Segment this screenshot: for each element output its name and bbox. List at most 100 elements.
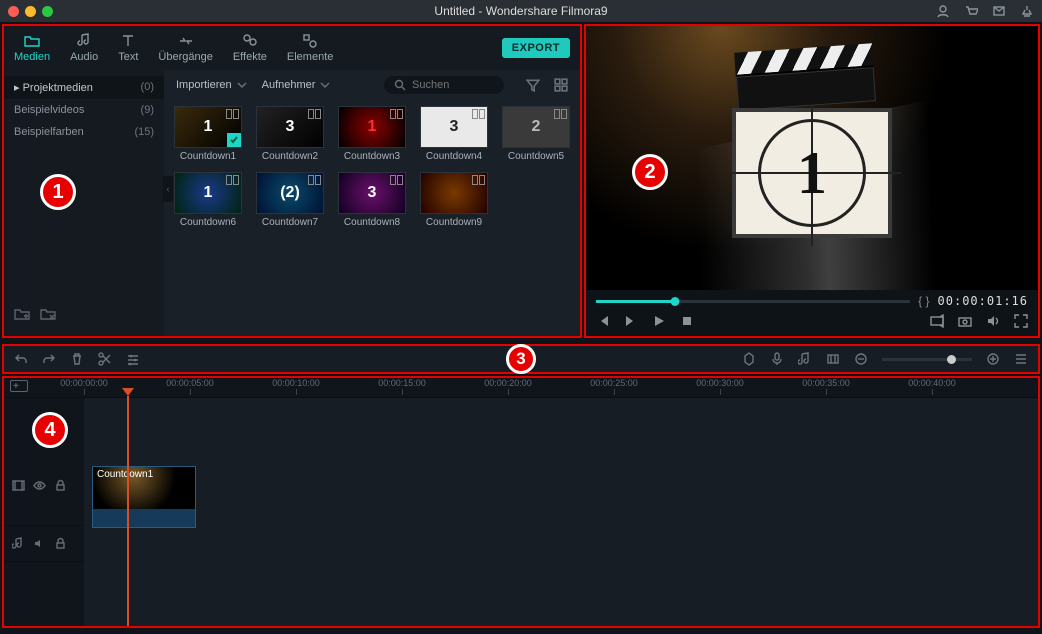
redo-button[interactable] xyxy=(42,352,56,366)
sidebar-item[interactable]: ▸ Projektmedien(0) xyxy=(4,76,164,99)
sidebar-item-count: (9) xyxy=(141,104,154,116)
timeline-ruler[interactable]: + 00:00:00:0000:00:05:0000:00:10:0000:00… xyxy=(4,378,1038,398)
media-thumbnail[interactable]: 3Countdown8 xyxy=(338,172,406,228)
grid-view-icon[interactable] xyxy=(554,78,568,92)
clip-type-icon xyxy=(471,175,485,185)
tab-label: Elemente xyxy=(287,51,333,63)
account-icon[interactable] xyxy=(936,4,950,18)
sidebar-item[interactable]: Beispielvideos(9) xyxy=(4,99,164,121)
prev-frame-button[interactable] xyxy=(596,314,610,328)
clip-label: Countdown1 xyxy=(97,469,153,480)
timeline-clip[interactable]: Countdown1 xyxy=(92,466,196,528)
snapshot-icon[interactable] xyxy=(958,314,972,328)
sidebar-collapse-handle[interactable]: ‹ xyxy=(163,176,173,202)
delete-button[interactable] xyxy=(70,352,84,366)
tab-elements[interactable]: Elemente xyxy=(287,33,333,63)
playhead[interactable] xyxy=(127,396,129,626)
titlebar-right xyxy=(936,4,1034,18)
zoom-out-icon[interactable] xyxy=(854,352,868,366)
tab-effects[interactable]: Effekte xyxy=(233,33,267,63)
fullscreen-icon[interactable] xyxy=(1014,314,1028,328)
timeline-panel: + 00:00:00:0000:00:05:0000:00:10:0000:00… xyxy=(2,376,1040,628)
main-tabs: Medien Audio Text Übergänge Effekte Elem… xyxy=(4,26,580,70)
search-input[interactable] xyxy=(412,79,492,91)
media-thumbnail[interactable]: 1Countdown6 xyxy=(174,172,242,228)
stop-button[interactable] xyxy=(680,314,694,328)
music-icon xyxy=(12,537,25,550)
tab-label: Übergänge xyxy=(158,51,212,63)
clip-type-icon xyxy=(471,109,485,119)
notification-icon[interactable] xyxy=(1020,4,1034,18)
media-panel: Medien Audio Text Übergänge Effekte Elem… xyxy=(2,24,582,338)
search-box[interactable] xyxy=(384,76,504,94)
volume-icon[interactable] xyxy=(986,314,1000,328)
annotation-badge-3: 3 xyxy=(506,344,536,374)
lock-icon[interactable] xyxy=(54,537,67,550)
edit-sliders-button[interactable] xyxy=(126,352,140,366)
sidebar-item-label: Beispielfarben xyxy=(14,126,84,138)
timeline-options-icon[interactable] xyxy=(1014,352,1028,366)
record-label: Aufnehmer xyxy=(262,79,316,91)
thumbnail-label: Countdown3 xyxy=(338,151,406,162)
mute-icon[interactable] xyxy=(33,537,46,550)
in-out-marker-icon[interactable]: { } xyxy=(918,294,929,308)
next-frame-button[interactable] xyxy=(624,314,638,328)
import-dropdown[interactable]: Importieren xyxy=(176,79,248,91)
thumbnail-label: Countdown2 xyxy=(256,151,324,162)
tab-media[interactable]: Medien xyxy=(14,33,50,63)
export-button[interactable]: EXPORT xyxy=(502,38,570,58)
filter-icon[interactable] xyxy=(526,78,540,92)
media-thumbnail[interactable]: 3Countdown4 xyxy=(420,106,488,162)
clip-type-icon xyxy=(225,175,239,185)
chevron-down-icon xyxy=(319,79,331,91)
sidebar-item-count: (15) xyxy=(134,126,154,138)
media-thumbnail[interactable]: 2Countdown5 xyxy=(502,106,570,162)
countdown-screen: 1 xyxy=(732,108,892,238)
tab-text[interactable]: Text xyxy=(118,33,138,63)
audio-track-header xyxy=(4,526,84,562)
audio-mixer-icon[interactable] xyxy=(798,352,812,366)
play-button[interactable] xyxy=(652,314,666,328)
lock-icon[interactable] xyxy=(54,479,67,492)
thumbnail-label: Countdown9 xyxy=(420,217,488,228)
cart-icon[interactable] xyxy=(964,4,978,18)
undo-button[interactable] xyxy=(14,352,28,366)
media-sidebar: ▸ Projektmedien(0)Beispielvideos(9)Beisp… xyxy=(4,70,164,336)
preview-progress[interactable] xyxy=(596,300,910,303)
media-thumbnail[interactable]: (2)Countdown7 xyxy=(256,172,324,228)
zoom-slider[interactable] xyxy=(882,358,972,361)
ruler-tick: 00:00:40:00 xyxy=(932,378,1038,397)
delete-folder-icon[interactable] xyxy=(40,306,56,322)
marker-icon[interactable] xyxy=(742,352,756,366)
checkmark-icon xyxy=(227,133,241,147)
split-button[interactable] xyxy=(98,352,112,366)
preview-controls: { } 00:00:01:16 xyxy=(586,290,1038,336)
crop-icon[interactable] xyxy=(826,352,840,366)
track-area[interactable]: Countdown1 xyxy=(84,398,1038,626)
tab-label: Audio xyxy=(70,51,98,63)
titlebar: Untitled - Wondershare Filmora9 xyxy=(0,0,1042,22)
tab-audio[interactable]: Audio xyxy=(70,33,98,63)
annotation-badge-2: 2 xyxy=(632,154,668,190)
sidebar-item[interactable]: Beispielfarben (15) xyxy=(4,121,164,143)
visibility-icon[interactable] xyxy=(33,479,46,492)
tab-transitions[interactable]: Übergänge xyxy=(158,33,212,63)
media-thumbnail[interactable]: 1Countdown1 xyxy=(174,106,242,162)
clip-type-icon xyxy=(225,109,239,119)
record-dropdown[interactable]: Aufnehmer xyxy=(262,79,332,91)
media-thumbnail[interactable]: 1Countdown3 xyxy=(338,106,406,162)
media-thumbnail[interactable]: Countdown9 xyxy=(420,172,488,228)
clip-type-icon xyxy=(389,109,403,119)
zoom-in-icon[interactable] xyxy=(986,352,1000,366)
media-thumbnail[interactable]: 3Countdown2 xyxy=(256,106,324,162)
media-grid: 1Countdown13Countdown21Countdown33Countd… xyxy=(164,100,580,238)
inbox-icon[interactable] xyxy=(992,4,1006,18)
clip-type-icon xyxy=(307,109,321,119)
chevron-down-icon xyxy=(236,79,248,91)
quality-icon[interactable] xyxy=(930,314,944,328)
clip-type-icon xyxy=(389,175,403,185)
sidebar-item-count: (0) xyxy=(141,81,154,94)
new-folder-icon[interactable] xyxy=(14,306,30,322)
thumbnail-label: Countdown6 xyxy=(174,217,242,228)
voiceover-icon[interactable] xyxy=(770,352,784,366)
